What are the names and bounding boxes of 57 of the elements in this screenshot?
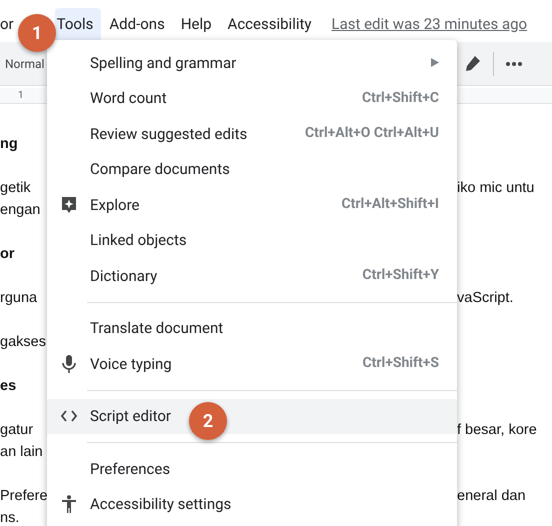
menu-bar-item[interactable]: Tools	[54, 8, 102, 40]
pen-icon[interactable]	[463, 54, 481, 72]
menu-item-label: Preferences	[90, 458, 170, 480]
menu-item-label: Translate document	[90, 318, 224, 339]
microphone-icon	[62, 354, 76, 373]
document-text: ng	[0, 135, 19, 154]
document-text: f besar, kore	[457, 421, 537, 440]
menu-bar-item[interactable]: Add-ons	[101, 8, 173, 40]
document-text: gakses	[0, 333, 46, 352]
accessibility-icon	[62, 495, 76, 514]
menu-bar-item[interactable]: or	[0, 8, 14, 40]
menu-item-label: Accessibility settings	[90, 494, 232, 515]
ruler-number: 1	[18, 89, 24, 103]
document-text: Prefere	[0, 487, 46, 506]
shortcut-text: Ctrl+Shift+S	[362, 354, 439, 374]
menu-item[interactable]: Preferences	[47, 451, 457, 486]
menu-item-label: Review suggested edits	[90, 124, 248, 144]
menu-item-label: Script editor	[90, 406, 171, 427]
menu-item[interactable]: Explore Ctrl+Alt+Shift+I	[47, 187, 457, 222]
style-label[interactable]: Normal	[5, 54, 44, 72]
menu-item-label: Word count	[90, 88, 167, 109]
menu-item-label: Dictionary	[90, 266, 158, 286]
menu-item[interactable]: Translate document	[47, 310, 457, 346]
document-text: vaScript.	[457, 289, 514, 308]
document-text: es	[0, 377, 18, 396]
menu-bar-item[interactable]: Help	[172, 8, 220, 40]
menu-item-label: Compare documents	[90, 159, 230, 180]
shortcut-text: Ctrl+Alt+O Ctrl+Alt+U	[304, 124, 439, 144]
document-text: gatur	[0, 421, 34, 440]
document-text: ns.	[0, 509, 20, 526]
menu-item[interactable]: Review suggested edits Ctrl+Alt+O Ctrl+Alt+U	[47, 116, 457, 152]
menu-item[interactable]: Accessibility settings	[47, 486, 457, 522]
code-icon	[60, 410, 76, 422]
shortcut-text: Ctrl+Alt+Shift+I	[342, 195, 439, 214]
menu-item-label: Spelling and grammar	[90, 52, 236, 74]
menu-item-label: Explore	[90, 194, 140, 216]
document-text: or	[0, 245, 16, 264]
document-text: getik	[0, 179, 32, 198]
document-text: an lain	[0, 443, 44, 462]
step-badge: 1	[18, 14, 56, 52]
sparkle-icon	[60, 196, 76, 214]
menu-item[interactable]: Voice typing Ctrl+Shift+S	[47, 346, 457, 382]
menu-item[interactable]: Word count Ctrl+Shift+C	[47, 80, 457, 116]
last-edit-link[interactable]: Last edit was 23 minutes ago	[332, 12, 528, 36]
menu-item[interactable]: Compare documents	[47, 152, 457, 187]
menu-item-label: Linked objects	[90, 230, 187, 251]
menu-item-label: Voice typing	[90, 354, 172, 374]
shortcut-text: Ctrl+Shift+C	[362, 88, 439, 108]
document-text: rguna	[0, 289, 38, 308]
menu-item[interactable]: Dictionary Ctrl+Shift+Y	[47, 258, 457, 294]
document-text: engan	[0, 201, 42, 220]
menu-item[interactable]: Linked objects	[47, 222, 457, 258]
menu-bar-item[interactable]: Accessibility	[220, 8, 320, 40]
shortcut-text: Ctrl+Shift+Y	[362, 266, 439, 286]
document-text: eneral dan	[457, 487, 526, 506]
document-text: iko mic untu	[457, 179, 534, 198]
more-icon[interactable]	[506, 62, 522, 66]
